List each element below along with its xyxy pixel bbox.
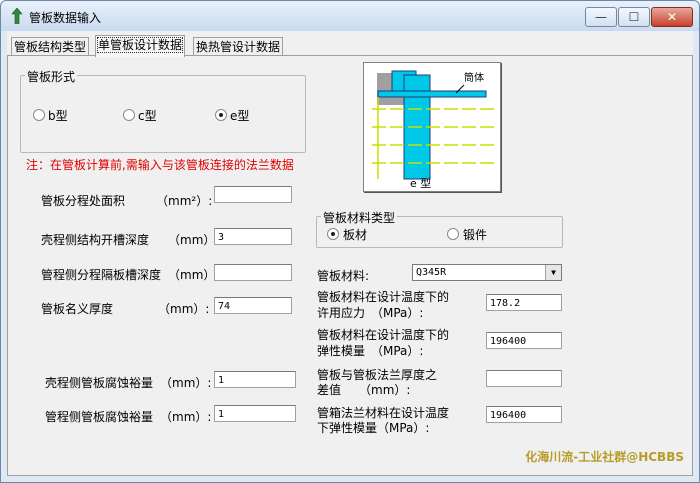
radio-c-type-label: c型 (138, 109, 157, 123)
label-allowable-stress-1: 管板材料在设计温度下的 (317, 290, 450, 304)
radio-e-type[interactable] (215, 109, 227, 121)
tab-page: 管板形式 b型 c型 e型 注：在管板计算前,需输入与该管板连接的法兰数据 筒体… (7, 55, 693, 476)
tab-structure-type[interactable]: 管板结构类型 (11, 37, 90, 56)
diagram-shell-label: 筒体 (464, 71, 484, 84)
unit-shell-groove-depth: （mm）: (168, 233, 220, 247)
radio-forging-label: 锻件 (463, 228, 488, 242)
maximize-icon: ☐ (628, 10, 640, 24)
thickness-diff-input[interactable] (486, 370, 562, 387)
shell-groove-depth-input[interactable]: 3 (214, 228, 292, 245)
close-button[interactable]: ✕ (651, 7, 693, 27)
material-type-group: 管板材料类型 板材 锻件 (316, 209, 563, 248)
label-partition-area: 管板分程处面积 (41, 194, 126, 208)
elastic-modulus-input[interactable]: 196400 (486, 332, 562, 349)
unit-partition-groove-depth: （mm）: (168, 268, 220, 282)
material-select[interactable]: Q345R ▼ (412, 264, 562, 281)
unit-shell-corrosion: （mm）: (160, 376, 212, 390)
watermark-text: 化海川流-工业社群@HCBBS (525, 450, 684, 464)
material-select-value: Q345R (416, 267, 447, 278)
tab-single-plate-design[interactable]: 单管板设计数据 (95, 35, 186, 57)
label-shell-groove-depth: 壳程侧结构开槽深度 (41, 233, 150, 247)
diagram-caption: e 型 (410, 176, 431, 190)
radio-b-type-label: b型 (48, 109, 68, 123)
label-partition-groove-depth: 管程侧分程隔板槽深度 (41, 268, 162, 282)
allowable-stress-input[interactable]: 178.2 (486, 294, 562, 311)
title-bar[interactable]: 管板数据输入 — ☐ ✕ (1, 1, 699, 31)
shell-corrosion-input[interactable]: 1 (214, 371, 296, 388)
label-nominal-thickness: 管板名义厚度 (41, 302, 114, 316)
unit-tube-corrosion: （mm）: (160, 410, 212, 424)
partition-area-input[interactable] (214, 186, 292, 203)
window-title: 管板数据输入 (29, 11, 102, 25)
flange-note: 注：在管板计算前,需输入与该管板连接的法兰数据 (26, 158, 294, 172)
unit-nominal-thickness: （mm）: (158, 302, 210, 316)
tube-corrosion-input[interactable]: 1 (214, 405, 296, 422)
close-icon: ✕ (666, 10, 678, 24)
radio-forging[interactable] (447, 228, 459, 240)
app-window: 管板数据输入 — ☐ ✕ 管板结构类型 单管板设计数据 换热管设计数据 管板形式… (0, 0, 700, 483)
client-area: 管板结构类型 单管板设计数据 换热管设计数据 管板形式 b型 c型 e型 注：在… (7, 31, 693, 476)
label-shell-corrosion: 壳程侧管板腐蚀裕量 (45, 376, 154, 390)
label-tube-corrosion: 管程侧管板腐蚀裕量 (45, 410, 154, 424)
maximize-button[interactable]: ☐ (618, 7, 650, 27)
tube-form-group-title: 管板形式 (25, 68, 78, 85)
radio-plate-label: 板材 (343, 228, 368, 242)
minimize-button[interactable]: — (585, 7, 617, 27)
chevron-down-icon[interactable]: ▼ (545, 265, 561, 280)
minimize-icon: — (595, 10, 607, 24)
radio-e-type-label: e型 (230, 109, 250, 123)
radio-b-type[interactable] (33, 109, 45, 121)
label-allowable-stress-2: 许用应力 （MPa）: (317, 306, 424, 320)
tab-tube-design[interactable]: 换热管设计数据 (193, 37, 284, 56)
tube-form-group: 管板形式 b型 c型 e型 (20, 68, 306, 153)
nominal-thickness-input[interactable]: 74 (214, 297, 292, 314)
label-thickness-diff-2: 差值 （mm）: (317, 383, 411, 397)
flange-modulus-input[interactable]: 196400 (486, 406, 562, 423)
app-icon (11, 8, 23, 24)
partition-groove-depth-input[interactable] (214, 264, 292, 281)
tab-strip: 管板结构类型 单管板设计数据 换热管设计数据 (7, 35, 693, 57)
radio-c-type[interactable] (123, 109, 135, 121)
e-type-drawing: 筒体 e 型 (372, 70, 494, 190)
label-elastic-modulus-1: 管板材料在设计温度下的 (317, 328, 450, 342)
e-type-diagram: 筒体 e 型 (363, 62, 501, 192)
label-elastic-modulus-2: 弹性模量 （MPa）: (317, 344, 424, 358)
label-material: 管板材料: (317, 269, 370, 283)
material-type-group-title: 管板材料类型 (321, 209, 398, 226)
radio-plate[interactable] (327, 228, 339, 240)
label-flange-modulus-2: 下弹性模量（MPa）: (317, 421, 430, 435)
unit-partition-area: （mm²）: (156, 194, 213, 208)
